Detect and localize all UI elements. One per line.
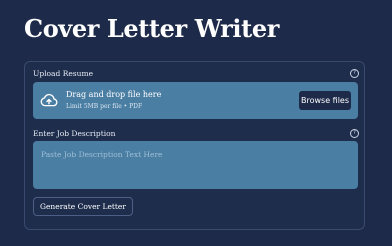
job-description-label: Enter Job Description [33,129,116,138]
cloud-upload-icon [40,93,58,107]
job-description-input[interactable] [33,141,358,189]
browse-files-button[interactable]: Browse files [299,91,351,110]
dropzone-title: Drag and drop file here [66,90,162,99]
page-title: Cover Letter Writer [24,14,279,43]
dropzone-subtitle: Limit 5MB per file • PDF [66,103,143,110]
file-dropzone[interactable]: Drag and drop file here Limit 5MB per fi… [33,82,358,119]
generate-cover-letter-button[interactable]: Generate Cover Letter [33,197,133,216]
help-circle-icon[interactable]: ? [350,69,359,78]
upload-resume-label: Upload Resume [33,69,94,78]
help-circle-icon[interactable]: ? [350,129,359,138]
form-panel: Upload Resume ? Drag and drop file here … [24,61,365,230]
